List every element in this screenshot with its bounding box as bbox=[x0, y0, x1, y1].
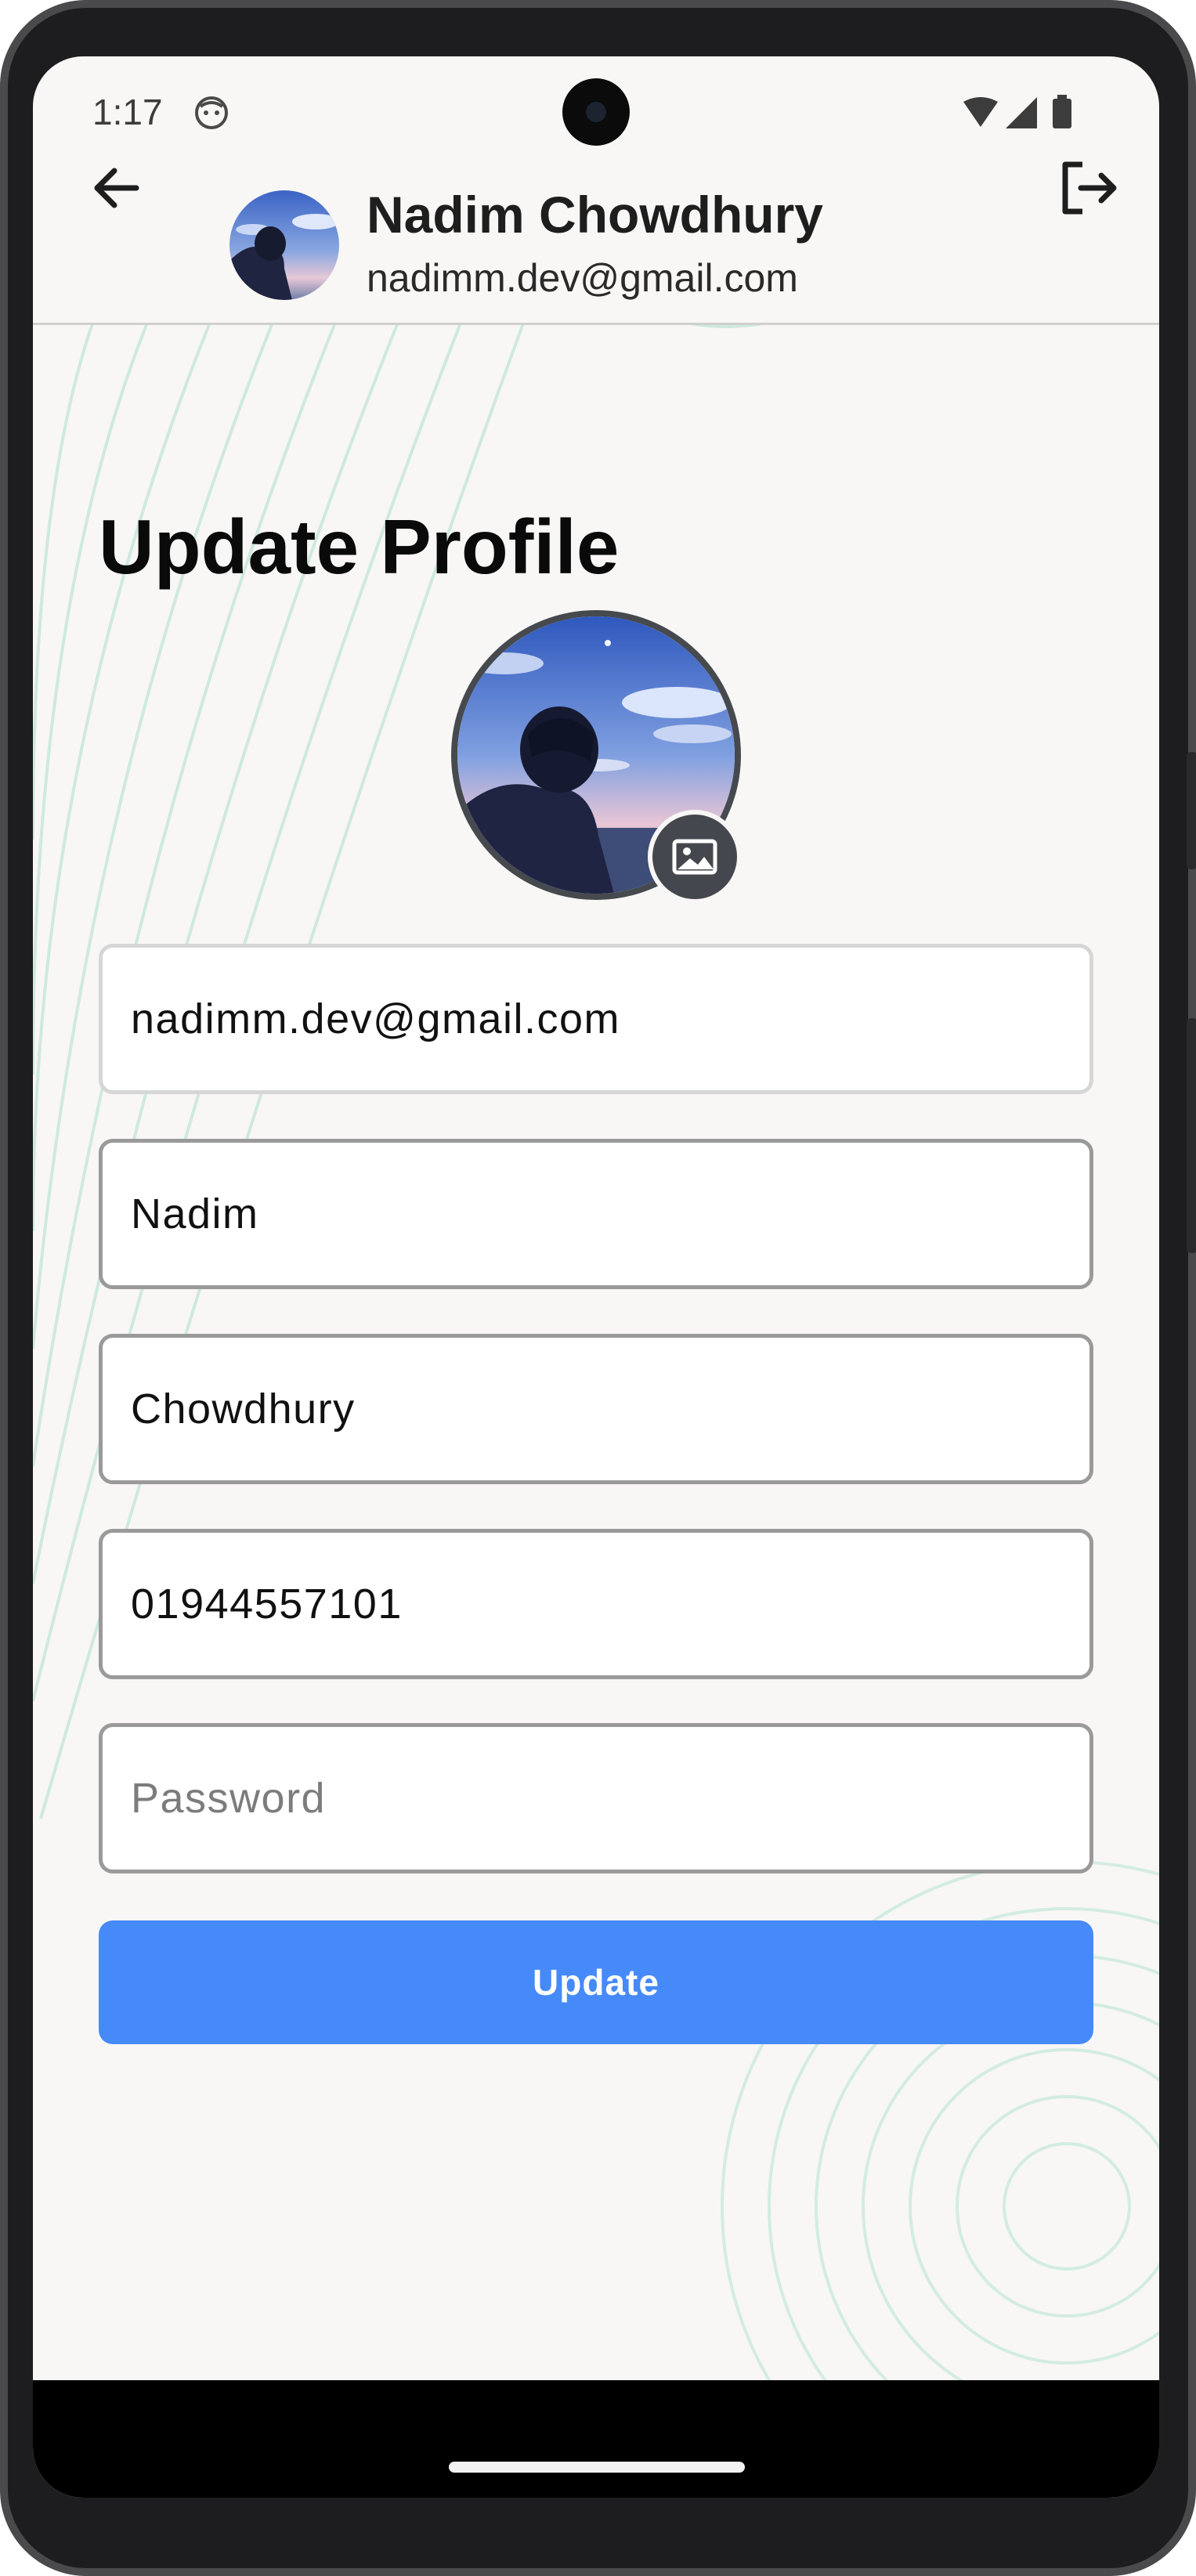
home-indicator[interactable] bbox=[449, 2462, 745, 2473]
phone-input[interactable] bbox=[131, 1533, 1063, 1675]
status-bar: 1:17 bbox=[33, 56, 1159, 174]
password-field[interactable] bbox=[99, 1723, 1093, 1873]
change-photo-button[interactable] bbox=[648, 810, 742, 904]
header-user-name: Nadim Chowdhury bbox=[367, 186, 824, 244]
phone-field[interactable] bbox=[99, 1529, 1093, 1679]
battery-icon bbox=[1053, 99, 1071, 128]
screen: 1:17 Nadim Chowdhury nadimm.dev@gmail.co… bbox=[33, 56, 1159, 2498]
header-user-email: nadimm.dev@gmail.com bbox=[367, 256, 798, 300]
front-camera bbox=[562, 78, 630, 146]
first-name-input[interactable] bbox=[131, 1143, 1063, 1285]
last-name-input[interactable] bbox=[131, 1338, 1063, 1480]
arrow-left-icon[interactable] bbox=[80, 150, 155, 226]
update-button[interactable]: Update bbox=[99, 1920, 1093, 2044]
status-time: 1:17 bbox=[92, 92, 163, 132]
page-title: Update Profile bbox=[99, 504, 620, 590]
logout-icon[interactable] bbox=[1051, 150, 1126, 226]
status-icons bbox=[963, 95, 1071, 128]
notification-face-icon bbox=[195, 96, 228, 129]
email-field bbox=[99, 944, 1093, 1094]
wifi-icon bbox=[963, 97, 998, 127]
signal-icon bbox=[1006, 97, 1037, 128]
system-navigation-bar bbox=[33, 2380, 1159, 2498]
avatar[interactable] bbox=[229, 190, 339, 300]
password-input[interactable] bbox=[131, 1727, 1063, 1870]
first-name-field[interactable] bbox=[99, 1139, 1093, 1289]
email-input bbox=[131, 948, 1063, 1090]
volume-button bbox=[1187, 1018, 1196, 1253]
last-name-field[interactable] bbox=[99, 1334, 1093, 1484]
power-button bbox=[1187, 752, 1196, 869]
avatar-image bbox=[229, 190, 339, 300]
image-icon bbox=[672, 839, 717, 875]
